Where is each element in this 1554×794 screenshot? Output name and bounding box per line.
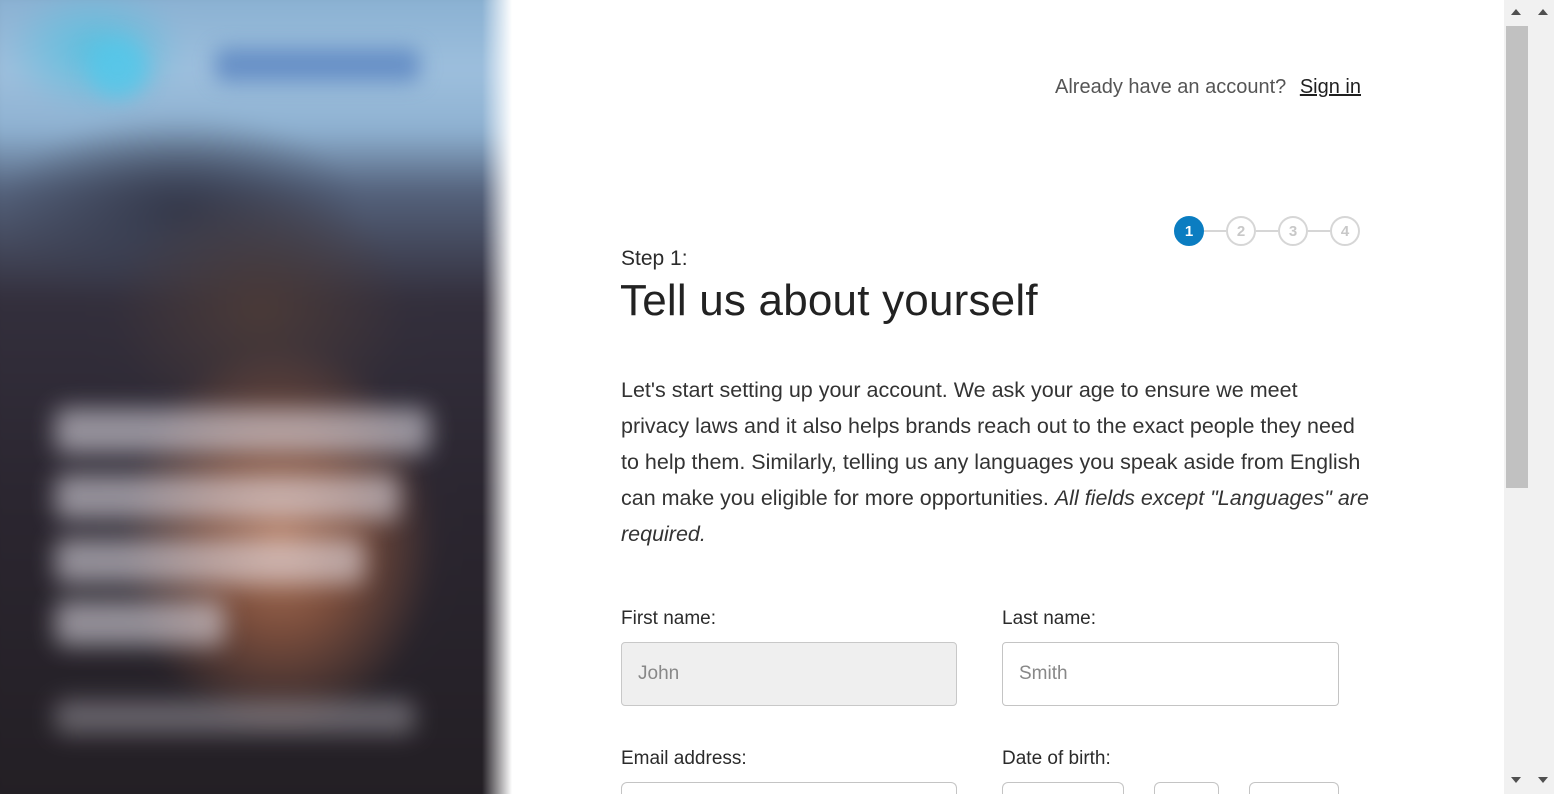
dob-month-select[interactable] (1002, 782, 1124, 794)
step-4-indicator: 4 (1330, 216, 1360, 246)
scroll-up-arrow-icon[interactable] (1511, 9, 1521, 15)
last-name-label: Last name: (1002, 608, 1096, 629)
hero-image-blur (0, 0, 512, 794)
signin-link[interactable]: Sign in (1300, 76, 1361, 98)
step-label: Step 1: (621, 247, 688, 270)
hero-blurred-text-line (55, 408, 430, 454)
dob-day-select[interactable] (1154, 782, 1219, 794)
progress-stepper: 1 2 3 4 (1174, 216, 1360, 246)
date-of-birth-label: Date of birth: (1002, 748, 1111, 769)
hero-image (0, 0, 512, 794)
signin-prompt: Already have an account? (1055, 76, 1287, 98)
email-field[interactable] (621, 782, 957, 794)
scrollbar-thumb[interactable] (1506, 26, 1528, 488)
page-scrollbar[interactable] (1504, 0, 1554, 794)
scroll-down-arrow-icon[interactable] (1511, 777, 1521, 783)
hero-blurred-text-line (55, 538, 365, 584)
hero-blurred-text-line (55, 700, 415, 734)
page-title: Tell us about yourself (620, 276, 1038, 325)
intro-paragraph: Let's start setting up your account. We … (621, 372, 1371, 552)
last-name-field[interactable] (1002, 642, 1339, 706)
hero-fade-edge (482, 0, 512, 794)
signin-row: Already have an account? Sign in (1055, 74, 1361, 100)
step-connector (1204, 230, 1226, 232)
step-1-indicator: 1 (1174, 216, 1204, 246)
email-label: Email address: (621, 748, 747, 769)
hero-blurred-text-line (55, 600, 225, 646)
step-2-indicator: 2 (1226, 216, 1256, 246)
dob-year-select[interactable] (1249, 782, 1339, 794)
hero-blurred-text-line (55, 474, 400, 520)
signup-page: Already have an account? Sign in 1 2 3 4… (0, 0, 1554, 794)
step-3-indicator: 3 (1278, 216, 1308, 246)
hero-logo-wordmark (215, 48, 420, 82)
hero-logo-icon (88, 38, 148, 98)
step-connector (1256, 230, 1278, 232)
first-name-label: First name: (621, 608, 717, 629)
first-name-field[interactable] (621, 642, 957, 706)
scroll-up-arrow-icon[interactable] (1538, 9, 1548, 15)
scroll-down-arrow-icon[interactable] (1538, 777, 1548, 783)
step-connector (1308, 230, 1330, 232)
